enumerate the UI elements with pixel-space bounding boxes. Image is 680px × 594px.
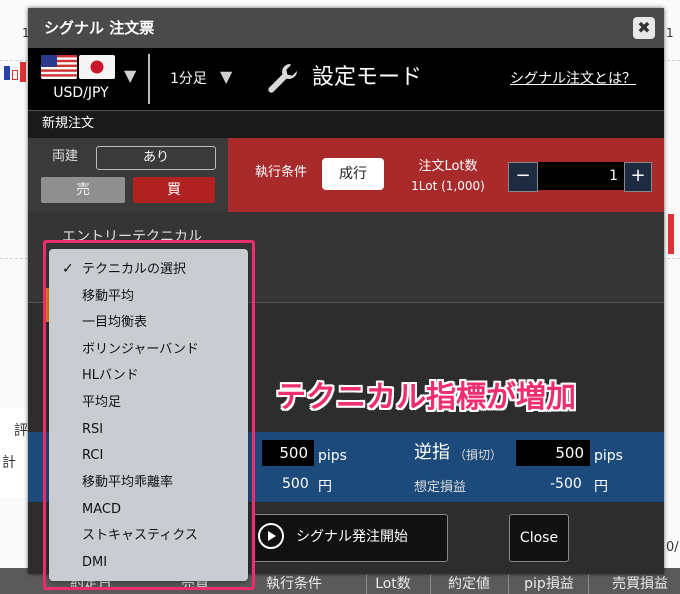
annotation-callout: テクニカル指標が増加: [276, 380, 576, 415]
table-header-cell[interactable]: 売買損益: [602, 574, 678, 594]
dropdown-item[interactable]: MACD: [82, 502, 121, 518]
dropdown-item[interactable]: RSI: [82, 422, 103, 438]
settings-mode-button[interactable]: 設定モード: [312, 64, 422, 92]
chart-candle: [668, 214, 674, 254]
stop-loss-label: 逆指: [414, 442, 450, 463]
buy-button[interactable]: 買: [133, 177, 215, 203]
close-button[interactable]: Close: [509, 514, 569, 562]
dialog-title: シグナル 注文票: [44, 19, 155, 37]
table-header-cell[interactable]: Lot数: [368, 574, 418, 594]
play-icon: [258, 523, 284, 549]
chart-candle: [20, 62, 26, 82]
lot-increment-button[interactable]: +: [624, 162, 652, 192]
yen-unit: 円: [318, 479, 332, 495]
table-header-cell[interactable]: 約定値: [434, 574, 504, 594]
exec-condition-button[interactable]: 成行: [322, 158, 384, 190]
close-x-icon[interactable]: ✖: [633, 17, 655, 39]
dropdown-item[interactable]: RCI: [82, 448, 103, 464]
take-profit-yen-value: 500: [282, 476, 309, 492]
what-is-signal-order-link[interactable]: シグナル注文とは？: [510, 70, 636, 88]
chevron-down-icon[interactable]: ▼: [220, 67, 232, 86]
chevron-down-icon[interactable]: ▼: [124, 66, 136, 85]
take-profit-pips-input[interactable]: 500: [262, 440, 314, 466]
stop-loss-sublabel: （損切）: [454, 448, 503, 462]
dropdown-item[interactable]: 移動平均: [82, 289, 134, 305]
us-flag-icon[interactable]: [41, 55, 77, 79]
start-signal-order-label: シグナル発注開始: [296, 529, 408, 545]
dropdown-item[interactable]: ストキャスティクス: [82, 528, 198, 544]
background-text: 計: [2, 455, 16, 471]
stop-loss-yen-value: -500: [550, 476, 582, 492]
chart-candle: [12, 70, 18, 80]
lot-label: 注文Lot数: [418, 159, 478, 174]
dropdown-item[interactable]: DMI: [82, 555, 107, 571]
lot-quantity-input[interactable]: 1: [538, 162, 624, 190]
section-title: 新規注文: [42, 116, 95, 131]
dropdown-item[interactable]: ボリンジャーバンド: [82, 342, 199, 358]
ryodate-label: 両建: [52, 149, 79, 164]
estimated-pl-label: 想定損益: [414, 480, 467, 495]
lot-unit-label: 1Lot (1,000): [411, 179, 485, 193]
ryodate-select[interactable]: あり: [96, 146, 216, 170]
sell-button[interactable]: 売: [41, 177, 125, 203]
section-header: [28, 110, 664, 139]
dropdown-item[interactable]: テクニカルの選択: [82, 262, 186, 278]
chart-axis-label: 1: [666, 26, 674, 40]
dropdown-item[interactable]: 一目均衡表: [82, 315, 147, 331]
pips-unit: pips: [594, 448, 623, 464]
toolbar-divider: [148, 54, 150, 104]
dropdown-item[interactable]: HLバンド: [82, 368, 139, 384]
interval-select[interactable]: 1分足: [170, 70, 207, 88]
table-header-cell[interactable]: 執行条件: [256, 574, 332, 594]
jp-flag-icon[interactable]: [79, 55, 115, 79]
stop-loss-pips-input[interactable]: 500: [516, 440, 590, 466]
yen-unit: 円: [594, 479, 608, 495]
lot-decrement-button[interactable]: −: [508, 162, 538, 192]
exec-condition-label: 執行条件: [255, 165, 308, 180]
dropdown-item[interactable]: 移動平均乖離率: [82, 475, 173, 491]
chart-candle: [4, 66, 10, 80]
currency-pair-label[interactable]: USD/JPY: [40, 84, 122, 102]
dropdown-item[interactable]: 平均足: [82, 395, 121, 411]
background-text: 評: [14, 423, 28, 439]
table-header-cell[interactable]: pip損益: [512, 574, 586, 594]
background-text: 0/: [666, 540, 679, 555]
pips-unit: pips: [318, 448, 347, 464]
wrench-icon[interactable]: [264, 60, 300, 96]
check-icon: ✓: [62, 261, 74, 277]
